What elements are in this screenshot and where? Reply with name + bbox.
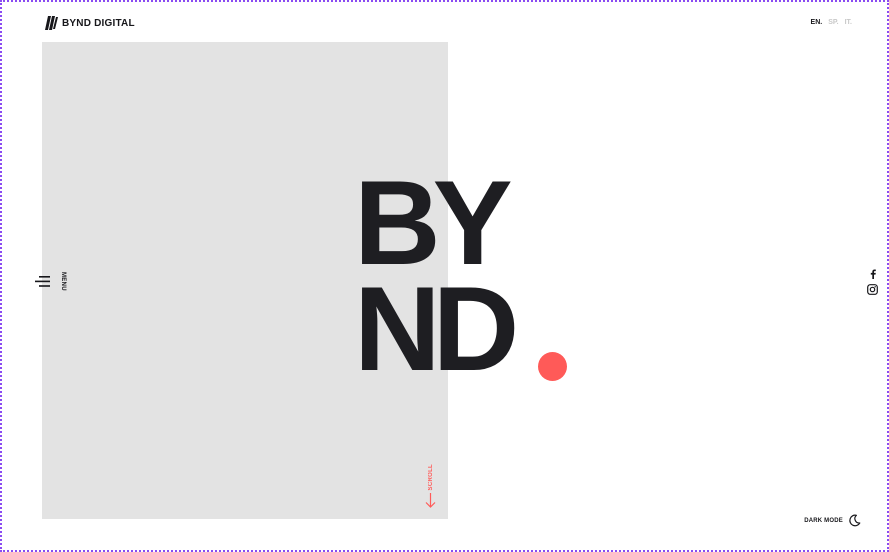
moon-icon <box>849 514 861 527</box>
hero-line-1: BY <box>354 156 513 290</box>
hero-line-2: ND <box>354 262 519 396</box>
hero-wordmark: BY ND <box>354 156 519 396</box>
hamburger-icon <box>35 275 50 287</box>
language-switcher: EN. SP. IT. <box>811 19 852 26</box>
facebook-icon[interactable] <box>869 269 877 279</box>
social-links <box>867 269 878 295</box>
brand-logo[interactable]: BYND DIGITAL <box>45 16 135 30</box>
logo-text: BYND DIGITAL <box>62 17 135 29</box>
logo-mark-icon <box>45 16 58 30</box>
arrow-down-icon <box>425 493 436 509</box>
menu-button[interactable]: MENU <box>35 272 66 291</box>
menu-label: MENU <box>60 272 66 291</box>
dark-mode-toggle[interactable]: DARK MODE <box>804 514 861 527</box>
scroll-indicator[interactable]: SCROLL <box>425 464 436 509</box>
instagram-icon[interactable] <box>867 284 878 295</box>
lang-sp[interactable]: SP. <box>828 19 838 26</box>
scroll-label: SCROLL <box>427 464 434 491</box>
lang-en[interactable]: EN. <box>811 19 823 26</box>
dark-mode-label: DARK MODE <box>804 517 843 524</box>
lang-it[interactable]: IT. <box>845 19 852 26</box>
accent-dot <box>538 352 567 381</box>
page-frame: BYND DIGITAL EN. SP. IT. BY ND MENU SCRO… <box>0 0 889 552</box>
